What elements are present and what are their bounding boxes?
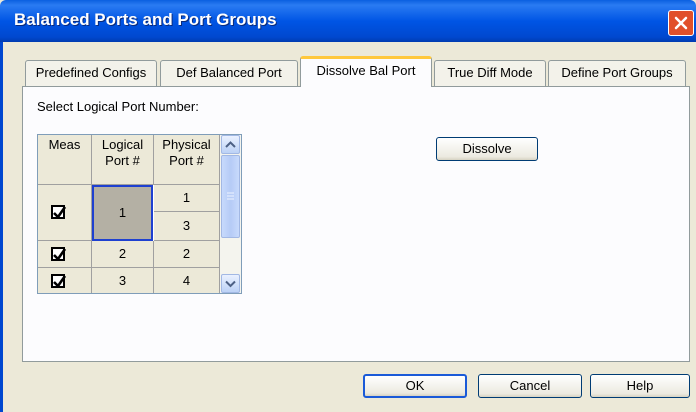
tab-label: Dissolve Bal Port — [316, 63, 416, 78]
checkmark-icon — [53, 206, 67, 220]
logical-port-value: 2 — [118, 246, 127, 261]
chevron-down-icon — [225, 280, 236, 288]
column-header-physical-port: Physical Port # — [154, 135, 220, 185]
logical-port-cell-selected[interactable]: 1 — [92, 185, 153, 241]
column-header-logical-port: Logical Port # — [92, 135, 154, 185]
physical-port-cell[interactable]: 1 — [154, 185, 220, 212]
tab-define-port-groups[interactable]: Define Port Groups — [548, 60, 686, 86]
tab-label: Predefined Configs — [35, 65, 147, 80]
checkmark-icon — [53, 275, 67, 289]
scroll-up-button[interactable] — [221, 135, 240, 154]
physical-port-cell[interactable]: 4 — [154, 268, 220, 293]
physical-port-cell[interactable]: 2 — [154, 241, 220, 268]
tab-label: True Diff Mode — [447, 65, 533, 80]
chevron-up-icon — [225, 141, 236, 148]
ok-button-label: OK — [405, 378, 425, 393]
tab-label: Define Port Groups — [561, 65, 673, 80]
meas-checkbox[interactable] — [51, 247, 67, 262]
tab-label: Def Balanced Port — [176, 65, 282, 80]
close-button[interactable] — [668, 10, 694, 36]
header-logical-line1: Logical — [101, 137, 144, 152]
close-icon — [674, 16, 688, 30]
checkmark-icon — [53, 248, 67, 262]
physical-port-value: 4 — [182, 273, 191, 288]
physical-port-value: 2 — [182, 246, 191, 261]
table-row-meas-cell[interactable] — [38, 268, 92, 293]
title-bar: Balanced Ports and Port Groups — [0, 0, 696, 42]
tab-predefined-configs[interactable]: Predefined Configs — [25, 60, 157, 86]
meas-checkbox[interactable] — [51, 205, 67, 220]
logical-port-value: 3 — [118, 273, 127, 288]
physical-port-value: 1 — [182, 190, 191, 205]
column-header-meas: Meas — [38, 135, 92, 185]
header-physical-line1: Physical — [162, 137, 211, 152]
table-row-meas-cell[interactable] — [38, 185, 92, 241]
logical-port-cell[interactable]: 3 — [92, 268, 154, 293]
physical-port-cell[interactable]: 3 — [154, 212, 220, 241]
cancel-button-label: Cancel — [509, 378, 551, 393]
dissolve-button[interactable]: Dissolve — [436, 137, 538, 161]
meas-checkbox[interactable] — [51, 274, 67, 289]
table-row-meas-cell[interactable] — [38, 241, 92, 268]
tab-dissolve-bal-port[interactable]: Dissolve Bal Port — [300, 56, 432, 87]
ok-button[interactable]: OK — [363, 374, 467, 398]
cancel-button[interactable]: Cancel — [478, 374, 582, 398]
tab-panel: Select Logical Port Number: Meas Logical… — [22, 86, 690, 362]
scroll-thumb[interactable] — [221, 155, 240, 238]
tab-def-balanced-port[interactable]: Def Balanced Port — [160, 60, 298, 86]
help-button[interactable]: Help — [590, 374, 690, 398]
logical-port-value: 1 — [118, 205, 127, 220]
window-title: Balanced Ports and Port Groups — [14, 10, 277, 29]
grid-scrollbar[interactable] — [220, 135, 241, 293]
header-logical-line2: Port # — [105, 153, 140, 168]
header-physical-line2: Port # — [169, 153, 204, 168]
help-button-label: Help — [626, 378, 654, 393]
tab-true-diff-mode[interactable]: True Diff Mode — [434, 60, 546, 86]
grip-icon — [227, 192, 234, 200]
scroll-down-button[interactable] — [221, 274, 240, 293]
logical-port-cell[interactable]: 2 — [92, 241, 154, 268]
select-logical-port-label: Select Logical Port Number: — [37, 99, 199, 114]
header-meas-text: Meas — [48, 137, 81, 152]
dissolve-button-label: Dissolve — [462, 141, 512, 156]
port-grid[interactable]: Meas Logical Port # Physical Port # 1 1 … — [37, 134, 242, 294]
physical-port-value: 3 — [182, 218, 191, 233]
